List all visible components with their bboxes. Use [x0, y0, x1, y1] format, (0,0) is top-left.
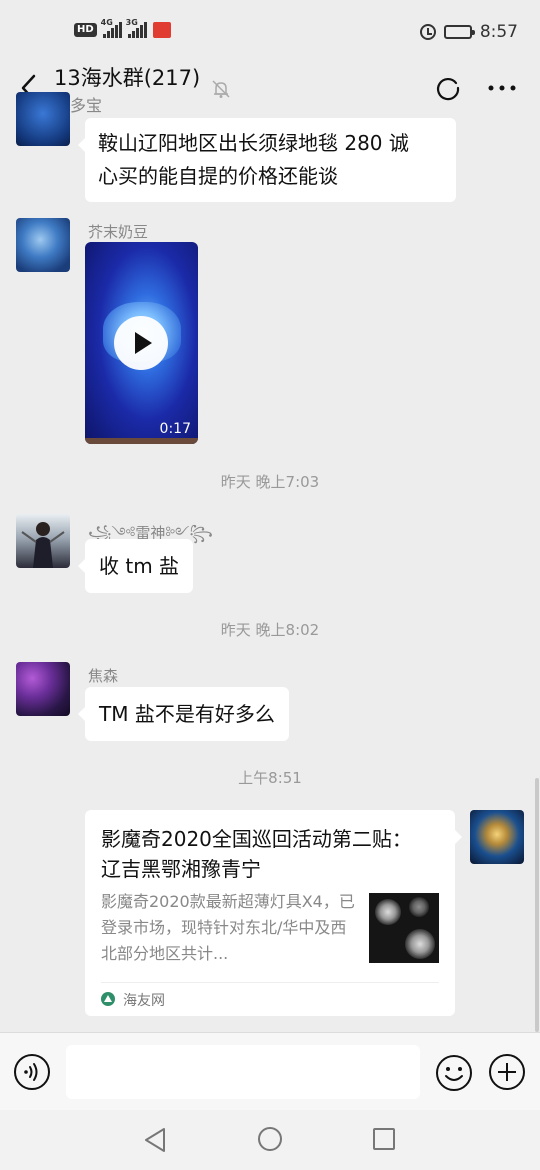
add-more-icon[interactable]: [488, 1053, 526, 1091]
link-card-divider: [101, 982, 439, 983]
message-bubble[interactable]: 鞍山辽阳地区出长须绿地毯 280 诚 心买的能自提的价格还能谈: [78, 118, 456, 202]
status-bar: HD 4G 3G 8:57: [0, 0, 540, 62]
clock: 8:57: [479, 22, 518, 42]
video-duration: 0:17: [159, 421, 191, 437]
chat-header: 13海水群(217) 海多宝: [0, 62, 540, 118]
timestamp: 昨天 晚上8:02: [220, 621, 320, 639]
link-card-description: 影魔奇2020款最新超薄灯具X4，已登录市场，现特针对东北/华中及西北部分地区共…: [101, 892, 355, 963]
mute-bell-icon: [212, 80, 230, 98]
link-card-title: 影魔奇2020全国巡回活动第二贴： 辽吉黑鄂湘豫青宁: [101, 827, 412, 881]
video-message[interactable]: 0:17: [85, 242, 198, 444]
play-icon[interactable]: [114, 316, 168, 370]
signal-strength-icon: 4G: [101, 18, 122, 38]
system-nav-bar: [0, 1110, 540, 1170]
chat-title: 13海水群(217): [54, 66, 201, 90]
status-right: 8:57: [419, 22, 518, 42]
refresh-icon[interactable]: [434, 74, 462, 102]
link-card-thumbnail: [369, 893, 439, 963]
message-text-line: 心买的能自提的价格还能谈: [98, 164, 338, 188]
notification-app-icon: [152, 22, 171, 38]
alarm-icon: [419, 24, 436, 40]
signal-label: 3G: [125, 18, 138, 27]
avatar[interactable]: [16, 514, 70, 568]
avatar[interactable]: [16, 218, 70, 272]
signal-label: 4G: [100, 18, 113, 27]
link-card[interactable]: 影魔奇2020全国巡回活动第二贴： 辽吉黑鄂湘豫青宁 影魔奇2020款最新超薄灯…: [85, 810, 462, 1016]
sender-name: 芥末奶豆: [88, 223, 149, 241]
scrollbar[interactable]: [535, 778, 539, 1032]
more-options-icon[interactable]: [486, 74, 518, 102]
emoji-icon[interactable]: [434, 1053, 474, 1093]
hd-badge: HD: [74, 23, 97, 37]
battery-icon: [443, 25, 475, 39]
voice-input-icon[interactable]: [13, 1053, 51, 1091]
my-avatar[interactable]: [470, 810, 524, 864]
input-bar: [0, 1032, 540, 1110]
nav-home-icon[interactable]: [257, 1126, 283, 1152]
message-input[interactable]: [66, 1045, 420, 1099]
status-left: HD 4G 3G: [74, 18, 171, 38]
avatar[interactable]: [16, 92, 70, 146]
signal-strength-icon: 3G: [126, 18, 147, 38]
link-card-source: 海友网: [123, 993, 165, 1009]
timestamp: 上午8:51: [238, 769, 302, 787]
message-text-line: 鞍山辽阳地区出长须绿地毯 280 诚: [98, 131, 409, 155]
avatar-figure: [21, 522, 65, 568]
nav-recent-apps-icon[interactable]: [372, 1127, 396, 1151]
source-logo-icon: [101, 992, 115, 1006]
video-bottom-bar: [85, 438, 198, 444]
avatar[interactable]: [16, 662, 70, 716]
message-bubble[interactable]: 收 tm 盐: [77, 539, 194, 593]
nav-back-icon[interactable]: [142, 1126, 168, 1154]
timestamp: 昨天 晚上7:03: [220, 473, 320, 491]
message-bubble[interactable]: TM 盐不是有好多么: [78, 687, 289, 741]
sender-name: 焦森: [88, 667, 119, 685]
